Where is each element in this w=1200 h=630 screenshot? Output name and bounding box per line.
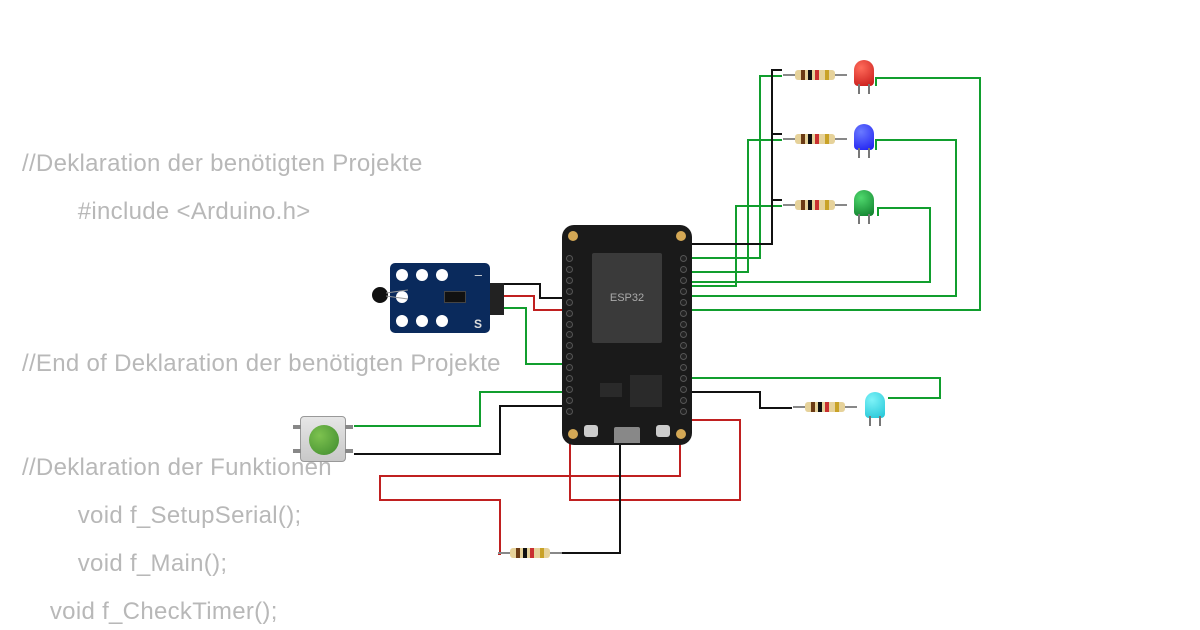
led-red[interactable] xyxy=(854,60,874,86)
temperature-sensor-module[interactable]: – S xyxy=(390,263,490,333)
sensor-minus-label: – xyxy=(475,267,482,282)
led-cyan[interactable] xyxy=(865,392,885,418)
push-button[interactable] xyxy=(300,416,346,462)
resistor-r3[interactable] xyxy=(795,200,835,210)
resistor-r2[interactable] xyxy=(795,134,835,144)
led-blue[interactable] xyxy=(854,124,874,150)
code-line-2: #include <Arduino.h> xyxy=(22,198,311,226)
usb-port-icon xyxy=(614,427,640,443)
en-button[interactable] xyxy=(656,425,670,437)
code-line-5: void f_SetupSerial(); xyxy=(22,502,302,530)
code-line-4: //Deklaration der Funktionen xyxy=(22,454,332,482)
esp32-chip-label: ESP32 xyxy=(592,253,662,343)
sensor-s-label: S xyxy=(474,317,482,331)
led-green[interactable] xyxy=(854,190,874,216)
code-line-1: //Deklaration der benötigten Projekte xyxy=(22,150,423,178)
code-line-3: //End of Deklaration der benötigten Proj… xyxy=(22,350,501,378)
esp32-board[interactable]: ESP32 xyxy=(562,225,692,445)
boot-button[interactable] xyxy=(584,425,598,437)
code-line-6: void f_Main(); xyxy=(22,550,227,578)
resistor-r5[interactable] xyxy=(510,548,550,558)
resistor-r1[interactable] xyxy=(795,70,835,80)
resistor-r4[interactable] xyxy=(805,402,845,412)
code-line-7: void f_CheckTimer(); xyxy=(22,598,278,626)
